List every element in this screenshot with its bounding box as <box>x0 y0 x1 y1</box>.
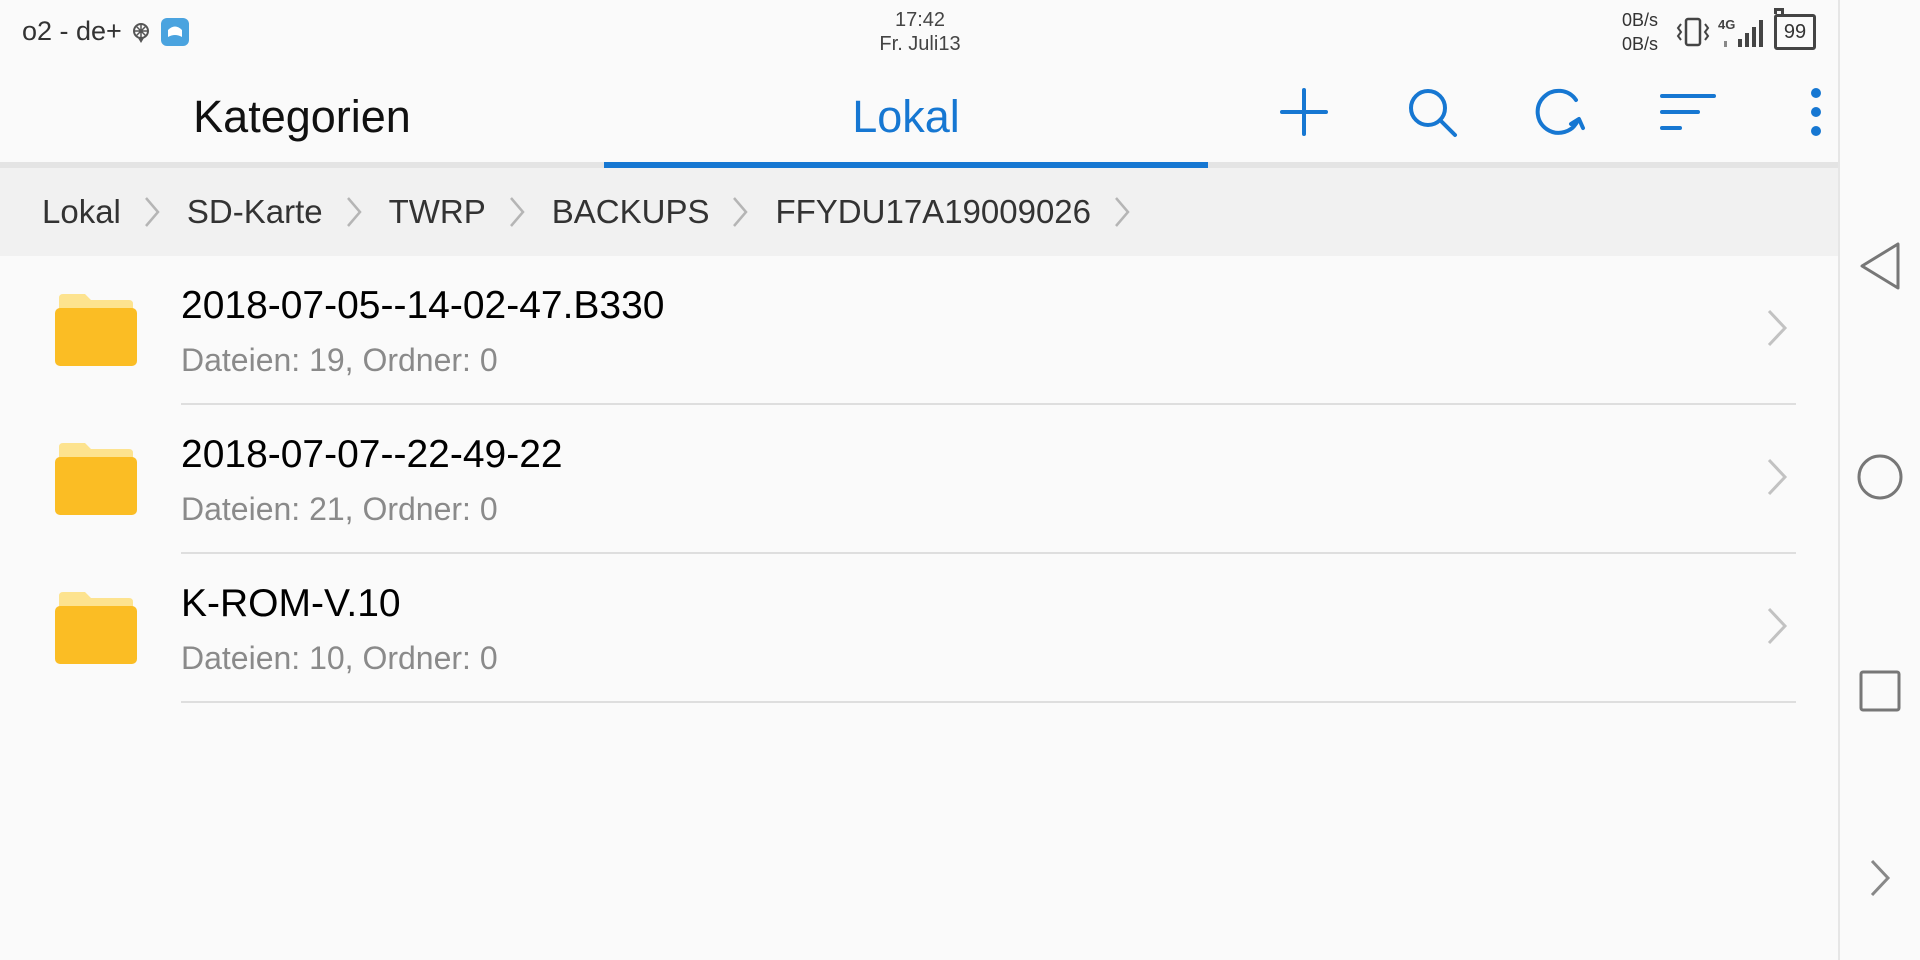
recents-button[interactable] <box>1840 653 1920 733</box>
date-label: Fr. Juli13 <box>879 33 961 55</box>
recents-square-icon <box>1859 670 1901 717</box>
speed-up-label: 0B/s <box>1621 10 1658 30</box>
breadcrumb-item-twrp[interactable]: TWRP <box>389 193 552 231</box>
sort-button[interactable] <box>1624 66 1752 162</box>
breadcrumb-label: SD-Karte <box>186 193 323 230</box>
folder-icon <box>55 443 137 520</box>
status-right: 0B/s 0B/s 4G 99 <box>1622 8 1816 56</box>
file-meta: Dateien: 10, Ordner: 0 <box>181 640 498 676</box>
breadcrumb-item-backups[interactable]: BACKUPS <box>552 193 776 231</box>
more-vert-icon <box>1809 87 1823 142</box>
search-button[interactable] <box>1368 66 1496 162</box>
divider <box>181 701 1796 703</box>
chevron-right-icon <box>1766 308 1788 353</box>
folder-icon <box>55 592 137 669</box>
breadcrumb: Lokal SD-Karte TWRP BACKUPS FFYDU17A1900… <box>0 168 1838 256</box>
app-notification-icon <box>160 17 190 47</box>
breadcrumb-label: Lokal <box>42 193 121 230</box>
chevron-right-icon <box>1869 858 1891 903</box>
app-bar: Kategorien Lokal <box>0 66 1838 168</box>
breadcrumb-item-device[interactable]: FFYDU17A19009026 <box>775 193 1157 231</box>
file-meta: Dateien: 21, Ordner: 0 <box>181 491 498 527</box>
file-list: 2018-07-05--14-02-47.B330 Dateien: 19, O… <box>0 256 1838 703</box>
breadcrumb-label: TWRP <box>388 193 486 230</box>
speed-down-label: 0B/s <box>1621 34 1658 54</box>
time-label: 17:42 <box>894 9 946 31</box>
breadcrumb-label: FFYDU17A19009026 <box>775 193 1092 230</box>
status-left: o2 - de+ <box>22 16 190 47</box>
home-button[interactable] <box>1840 439 1920 519</box>
carrier-label: o2 - de+ <box>22 16 122 46</box>
lion-icon <box>130 20 152 44</box>
file-manager-screen: o2 - de+ 17:42 Fr. Juli13 0B/s 0B/s 4G 9… <box>0 0 1838 960</box>
tab-categories[interactable]: Kategorien <box>0 66 604 168</box>
refresh-icon <box>1532 84 1588 145</box>
search-icon <box>1405 85 1459 144</box>
chevron-right-icon <box>508 195 526 229</box>
folder-icon <box>55 294 137 371</box>
tab-local[interactable]: Lokal <box>604 66 1208 168</box>
chevron-right-icon <box>345 195 363 229</box>
back-triangle-icon <box>1858 241 1902 296</box>
breadcrumb-item-sd-card[interactable]: SD-Karte <box>187 193 389 231</box>
file-meta: Dateien: 19, Ordner: 0 <box>181 342 498 378</box>
chevron-right-icon <box>1766 606 1788 651</box>
chevron-right-icon <box>1766 457 1788 502</box>
file-name: 2018-07-05--14-02-47.B330 <box>181 284 665 327</box>
system-nav-bar <box>1838 0 1920 960</box>
signal-icon: 4G <box>1718 15 1766 49</box>
list-item[interactable]: 2018-07-05--14-02-47.B330 Dateien: 19, O… <box>0 256 1838 405</box>
chevron-right-icon <box>731 195 749 229</box>
list-item[interactable]: 2018-07-07--22-49-22 Dateien: 21, Ordner… <box>0 405 1838 554</box>
new-folder-button[interactable] <box>1240 66 1368 162</box>
file-name: K-ROM-V.10 <box>181 582 401 625</box>
chevron-right-icon <box>1113 195 1131 229</box>
back-button[interactable] <box>1840 228 1920 308</box>
battery-indicator: 99 <box>1774 8 1816 50</box>
vibrate-icon <box>1674 16 1712 48</box>
sort-icon <box>1660 90 1716 139</box>
svg-text:4G: 4G <box>1718 17 1735 32</box>
network-speed: 0B/s 0B/s <box>1622 8 1658 56</box>
list-item[interactable]: K-ROM-V.10 Dateien: 10, Ordner: 0 <box>0 554 1838 703</box>
file-name: 2018-07-07--22-49-22 <box>181 433 563 476</box>
breadcrumb-label: BACKUPS <box>551 193 710 230</box>
chevron-right-icon <box>143 195 161 229</box>
clock: 17:42 Fr. Juli13 <box>860 8 980 56</box>
home-circle-icon <box>1856 453 1904 506</box>
breadcrumb-item-local[interactable]: Lokal <box>42 193 187 231</box>
nav-expand-button[interactable] <box>1840 840 1920 920</box>
toolbar-actions <box>1240 66 1880 162</box>
plus-icon <box>1278 86 1330 143</box>
status-bar: o2 - de+ 17:42 Fr. Juli13 0B/s 0B/s 4G 9… <box>0 0 1838 66</box>
refresh-button[interactable] <box>1496 66 1624 162</box>
